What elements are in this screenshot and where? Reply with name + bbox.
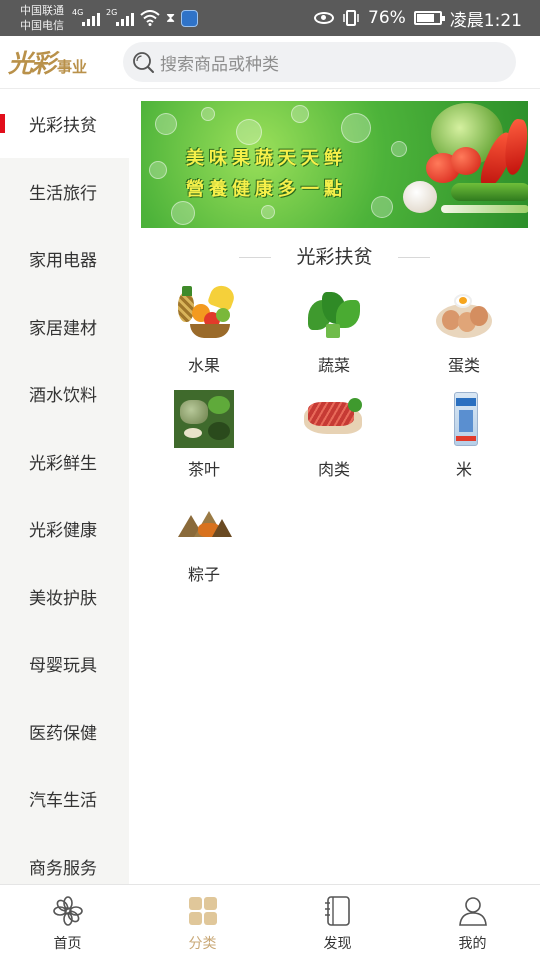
sidebar-item-baby-toys[interactable]: 母婴玩具 [0,630,129,698]
search-bar[interactable]: 搜索商品或种类 [123,42,516,82]
category-label: 蔬菜 [317,356,350,375]
sidebar-item-drinks[interactable]: 酒水饮料 [0,360,129,428]
vegetable-icon [302,286,366,346]
category-sidebar: 光彩扶贫 生活旅行 家用电器 家居建材 酒水饮料 光彩鲜生 光彩健康 美妆护肤 … [0,90,129,884]
shield-app-icon [181,9,199,27]
sidebar-item-auto[interactable]: 汽车生活 [0,765,129,833]
status-bar: 中国联通 中国电信 4G 2G ⧗ 76% 凌晨1:21 [0,0,540,36]
search-icon [133,52,154,73]
hourglass-icon: ⧗ [166,10,176,26]
nav-category[interactable]: 分类 [135,885,270,960]
promo-banner[interactable]: 美味果蔬天天鲜 營養健康多一點 [141,101,528,228]
nav-label: 首页 [53,936,82,952]
logo-text-sub: 事业 [57,58,88,76]
clock: 凌晨1:21 [449,10,522,31]
scallion-graphic [441,205,528,213]
sidebar-item-business[interactable]: 商务服务 [0,833,129,885]
tea-icon [172,390,236,450]
home-flower-icon [52,896,83,926]
sidebar-item-health[interactable]: 光彩健康 [0,495,129,563]
eye-comfort-icon [314,12,335,24]
category-tea[interactable]: 茶叶 [164,390,244,490]
nav-profile[interactable]: 我的 [405,885,540,960]
sidebar-item-label: 汽车生活 [29,791,97,812]
sidebar-item-label: 生活旅行 [29,183,97,204]
sidebar-item-beauty[interactable]: 美妆护肤 [0,563,129,631]
discover-notebook-icon [324,896,350,926]
sidebar-item-home-building[interactable]: 家居建材 [0,293,129,361]
category-label: 粽子 [187,565,220,584]
brand-logo[interactable]: 光彩 事业 [8,46,87,80]
garlic-graphic [403,181,437,213]
banner-slogan-2: 營養健康多一點 [186,179,347,200]
banner-slogan-1: 美味果蔬天天鲜 [186,148,347,169]
logo-text-main: 光彩 [8,49,56,78]
signal-icon: 2G [106,8,134,26]
category-label: 肉类 [317,460,350,479]
sidebar-item-label: 家用电器 [29,251,97,272]
search-input[interactable]: 搜索商品或种类 [160,50,279,75]
carrier-info: 中国联通 中国电信 [20,3,64,33]
sidebar-item-home-appliances[interactable]: 家用电器 [0,225,129,293]
category-meat[interactable]: 肉类 [294,390,374,490]
eggs-icon [432,286,496,346]
sidebar-item-medicine[interactable]: 医药保健 [0,698,129,766]
sidebar-item-label: 家居建材 [29,318,97,339]
bottom-nav: 首页 分类 发现 我的 [0,884,540,960]
sidebar-item-fresh[interactable]: 光彩鲜生 [0,428,129,496]
vibrate-icon [343,10,359,26]
battery-percent: 76% [368,8,406,28]
rice-bag-icon [432,390,496,450]
sidebar-item-life-travel[interactable]: 生活旅行 [0,158,129,226]
profile-person-icon [458,897,487,926]
title-rule-left [239,257,271,258]
header: 光彩 事业 搜索商品或种类 [0,36,540,89]
sidebar-item-poverty-relief[interactable]: 光彩扶贫 [0,90,129,158]
pepper-graphic [502,117,528,177]
carrier-1: 中国联通 [20,4,64,17]
category-content: 美味果蔬天天鲜 營養健康多一點 光彩扶贫 水果 蔬菜 蛋类 茶叶 肉类 米 粽子 [129,90,540,884]
nav-label: 分类 [188,936,217,952]
meat-icon [302,390,366,450]
nav-discover[interactable]: 发现 [270,885,405,960]
category-label: 水果 [187,356,220,375]
sidebar-item-label: 美妆护肤 [29,588,97,609]
category-label: 茶叶 [187,460,220,479]
tomato-graphic [451,147,481,175]
fruit-basket-icon [172,282,238,346]
sidebar-item-label: 母婴玩具 [29,656,97,677]
battery-icon [413,11,445,25]
nav-home[interactable]: 首页 [0,885,135,960]
sidebar-item-label: 光彩健康 [29,521,97,542]
category-rice[interactable]: 米 [424,390,504,490]
sidebar-item-label: 光彩扶贫 [29,116,97,137]
sidebar-item-label: 酒水饮料 [29,386,97,407]
sidebar-item-label: 商务服务 [29,858,97,879]
section-title-text: 光彩扶贫 [296,246,373,268]
carrier-2: 中国电信 [20,19,64,32]
wifi-icon [140,10,160,26]
zongzi-icon [172,495,236,555]
category-eggs[interactable]: 蛋类 [424,286,504,386]
sidebar-item-label: 光彩鲜生 [29,453,97,474]
category-vegetables[interactable]: 蔬菜 [294,286,374,386]
title-rule-right [398,257,430,258]
section-title: 光彩扶贫 [129,242,540,272]
signal-icon: 4G [72,8,100,26]
category-grid-icon [188,897,217,925]
category-zongzi[interactable]: 粽子 [164,495,244,595]
category-label: 蛋类 [447,356,480,375]
category-fruit[interactable]: 水果 [164,282,244,386]
category-label: 米 [455,460,472,479]
nav-label: 发现 [323,936,352,952]
cucumber-graphic [451,183,528,201]
nav-label: 我的 [458,936,487,952]
sidebar-item-label: 医药保健 [29,723,97,744]
